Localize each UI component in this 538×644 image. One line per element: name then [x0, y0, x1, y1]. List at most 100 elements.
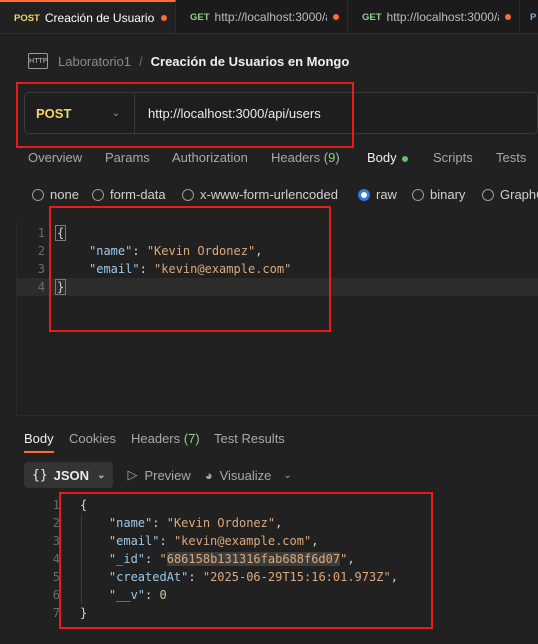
response-headers-count: (7)	[183, 431, 200, 446]
radio-selected-icon	[358, 188, 370, 201]
line-number: 2	[52, 516, 60, 530]
tab-headers[interactable]: Headers (9)	[271, 150, 340, 165]
radio-binary[interactable]: binary	[412, 187, 465, 202]
radio-circle-icon	[412, 188, 424, 201]
chevron-down-icon: ⌄	[111, 107, 120, 119]
line-number: 4	[37, 280, 45, 294]
headers-count: (9)	[323, 150, 340, 165]
unsaved-dot-icon	[161, 15, 167, 21]
line-number: 1	[37, 226, 45, 240]
http-request-icon: HTTP	[28, 53, 48, 69]
radio-none[interactable]: none	[32, 187, 79, 202]
response-body-viewer[interactable]: 1{ 2 "name": "Kevin Ordonez", 3 "email":…	[40, 496, 538, 626]
code-line: 7}	[40, 604, 87, 622]
tab-response-cookies[interactable]: Cookies	[69, 431, 116, 446]
radio-raw[interactable]: raw	[358, 187, 397, 202]
line-number: 1	[52, 498, 60, 512]
tab-title: http://localhost:3000/ap	[386, 10, 499, 24]
code-line-current: 4 }	[17, 278, 538, 296]
line-number: 6	[52, 588, 60, 602]
request-tab-bar: POST Creación de Usuarios GET http://loc…	[0, 0, 538, 34]
tab-tests[interactable]: Tests	[496, 150, 526, 165]
tab-body[interactable]: Body	[367, 150, 408, 165]
radio-circle-icon	[32, 188, 44, 201]
tab-response-body[interactable]: Body	[24, 431, 54, 453]
radio-circle-icon	[182, 188, 194, 201]
json-string: "2025-06-29T15:16:01.973Z"	[202, 570, 391, 584]
active-dot-icon	[401, 155, 408, 162]
code-line: 1 {	[17, 224, 538, 242]
response-view-bar: {} JSON ⌄ ▷ Preview ◕ Visualize ⌄	[24, 462, 292, 488]
radio-label: raw	[376, 187, 397, 202]
json-key: "_id"	[108, 552, 146, 566]
visualize-dropdown[interactable]: ⌄	[283, 470, 291, 481]
json-key: "name"	[89, 244, 133, 258]
radio-graphql[interactable]: GraphQ	[482, 187, 538, 202]
method-select[interactable]: POST ⌄	[25, 93, 135, 133]
visualize-label: Visualize	[219, 467, 272, 483]
line-number: 2	[37, 244, 45, 258]
tab-response-headers-label: Headers	[131, 431, 181, 446]
line-number: 4	[52, 552, 60, 566]
unsaved-dot-icon	[505, 14, 511, 20]
code-line: 2 "name": "Kevin Ordonez",	[17, 242, 538, 260]
radio-circle-icon	[482, 188, 494, 201]
request-body-editor[interactable]: 1 { 2 "name": "Kevin Ordonez", 3 "email"…	[16, 222, 538, 416]
request-name[interactable]: Creación de Usuarios en Mongo	[151, 54, 350, 69]
tab-body-label: Body	[367, 150, 397, 165]
tab-headers-label: Headers	[271, 150, 321, 165]
radio-label: x-www-form-urlencoded	[200, 187, 338, 202]
tab-creacion-usuarios[interactable]: POST Creación de Usuarios	[0, 0, 176, 33]
tab-title: Creación de Usuarios	[44, 11, 155, 25]
code-line: 6 "__v": 0	[40, 586, 167, 604]
radio-urlencoded[interactable]: x-www-form-urlencoded	[182, 187, 338, 202]
breadcrumb-separator: /	[139, 53, 143, 69]
tab-partial[interactable]: P	[520, 0, 538, 33]
visualize-icon: ◕	[204, 467, 213, 483]
tab-authorization[interactable]: Authorization	[172, 150, 248, 165]
code-line: 2 "name": "Kevin Ordonez",	[40, 514, 283, 532]
method-label: POST	[36, 105, 72, 121]
unsaved-dot-icon	[333, 14, 339, 20]
breadcrumb-collection[interactable]: Laboratorio1	[58, 54, 131, 69]
code-line: 1{	[40, 496, 87, 514]
json-key: "name"	[108, 516, 153, 530]
radio-label: binary	[430, 187, 466, 202]
tab-method: GET	[362, 11, 382, 23]
json-key: "__v"	[108, 588, 146, 602]
json-key: "email"	[108, 534, 160, 548]
format-select[interactable]: {} JSON ⌄	[24, 462, 114, 488]
code-line: 5 "createdAt": "2025-06-29T15:16:01.973Z…	[40, 568, 398, 586]
line-number: 5	[52, 570, 60, 584]
tab-method: P	[530, 11, 537, 23]
url-bar: POST ⌄ http://localhost:3000/api/users	[24, 92, 538, 134]
json-number: 0	[159, 588, 167, 602]
chevron-down-icon: ⌄	[97, 469, 106, 481]
json-id-value: 686158b131316fab688f6d07	[166, 552, 341, 566]
tab-scripts[interactable]: Scripts	[433, 150, 473, 165]
json-string: "kevin@example.com"	[173, 534, 312, 548]
preview-label: Preview	[144, 467, 191, 483]
tab-overview[interactable]: Overview	[28, 150, 82, 165]
preview-button[interactable]: ▷ Preview	[127, 467, 190, 483]
url-input[interactable]: http://localhost:3000/api/users	[135, 106, 321, 121]
line-number: 3	[52, 534, 60, 548]
tab-test-results[interactable]: Test Results	[214, 431, 285, 446]
open-brace: {	[80, 498, 88, 512]
code-line: 4 "_id": " 686158b131316fab688f6d07 ",	[40, 550, 355, 568]
json-string: "kevin@example.com"	[154, 262, 292, 276]
close-brace: }	[55, 279, 67, 295]
tab-params[interactable]: Params	[105, 150, 150, 165]
tab-method: POST	[14, 12, 40, 24]
tab-get-localhost-2[interactable]: GET http://localhost:3000/ap	[348, 0, 520, 33]
tab-response-headers[interactable]: Headers (7)	[131, 431, 200, 446]
json-key: "createdAt"	[108, 570, 189, 584]
tab-get-localhost-1[interactable]: GET http://localhost:3000/ap	[176, 0, 348, 33]
radio-label: none	[50, 187, 79, 202]
radio-label: GraphQ	[500, 187, 538, 202]
tab-title: http://localhost:3000/ap	[214, 10, 327, 24]
format-label: JSON	[53, 467, 90, 483]
radio-form-data[interactable]: form-data	[92, 187, 166, 202]
visualize-button[interactable]: ◕ Visualize	[205, 468, 272, 483]
close-brace: }	[80, 606, 88, 620]
